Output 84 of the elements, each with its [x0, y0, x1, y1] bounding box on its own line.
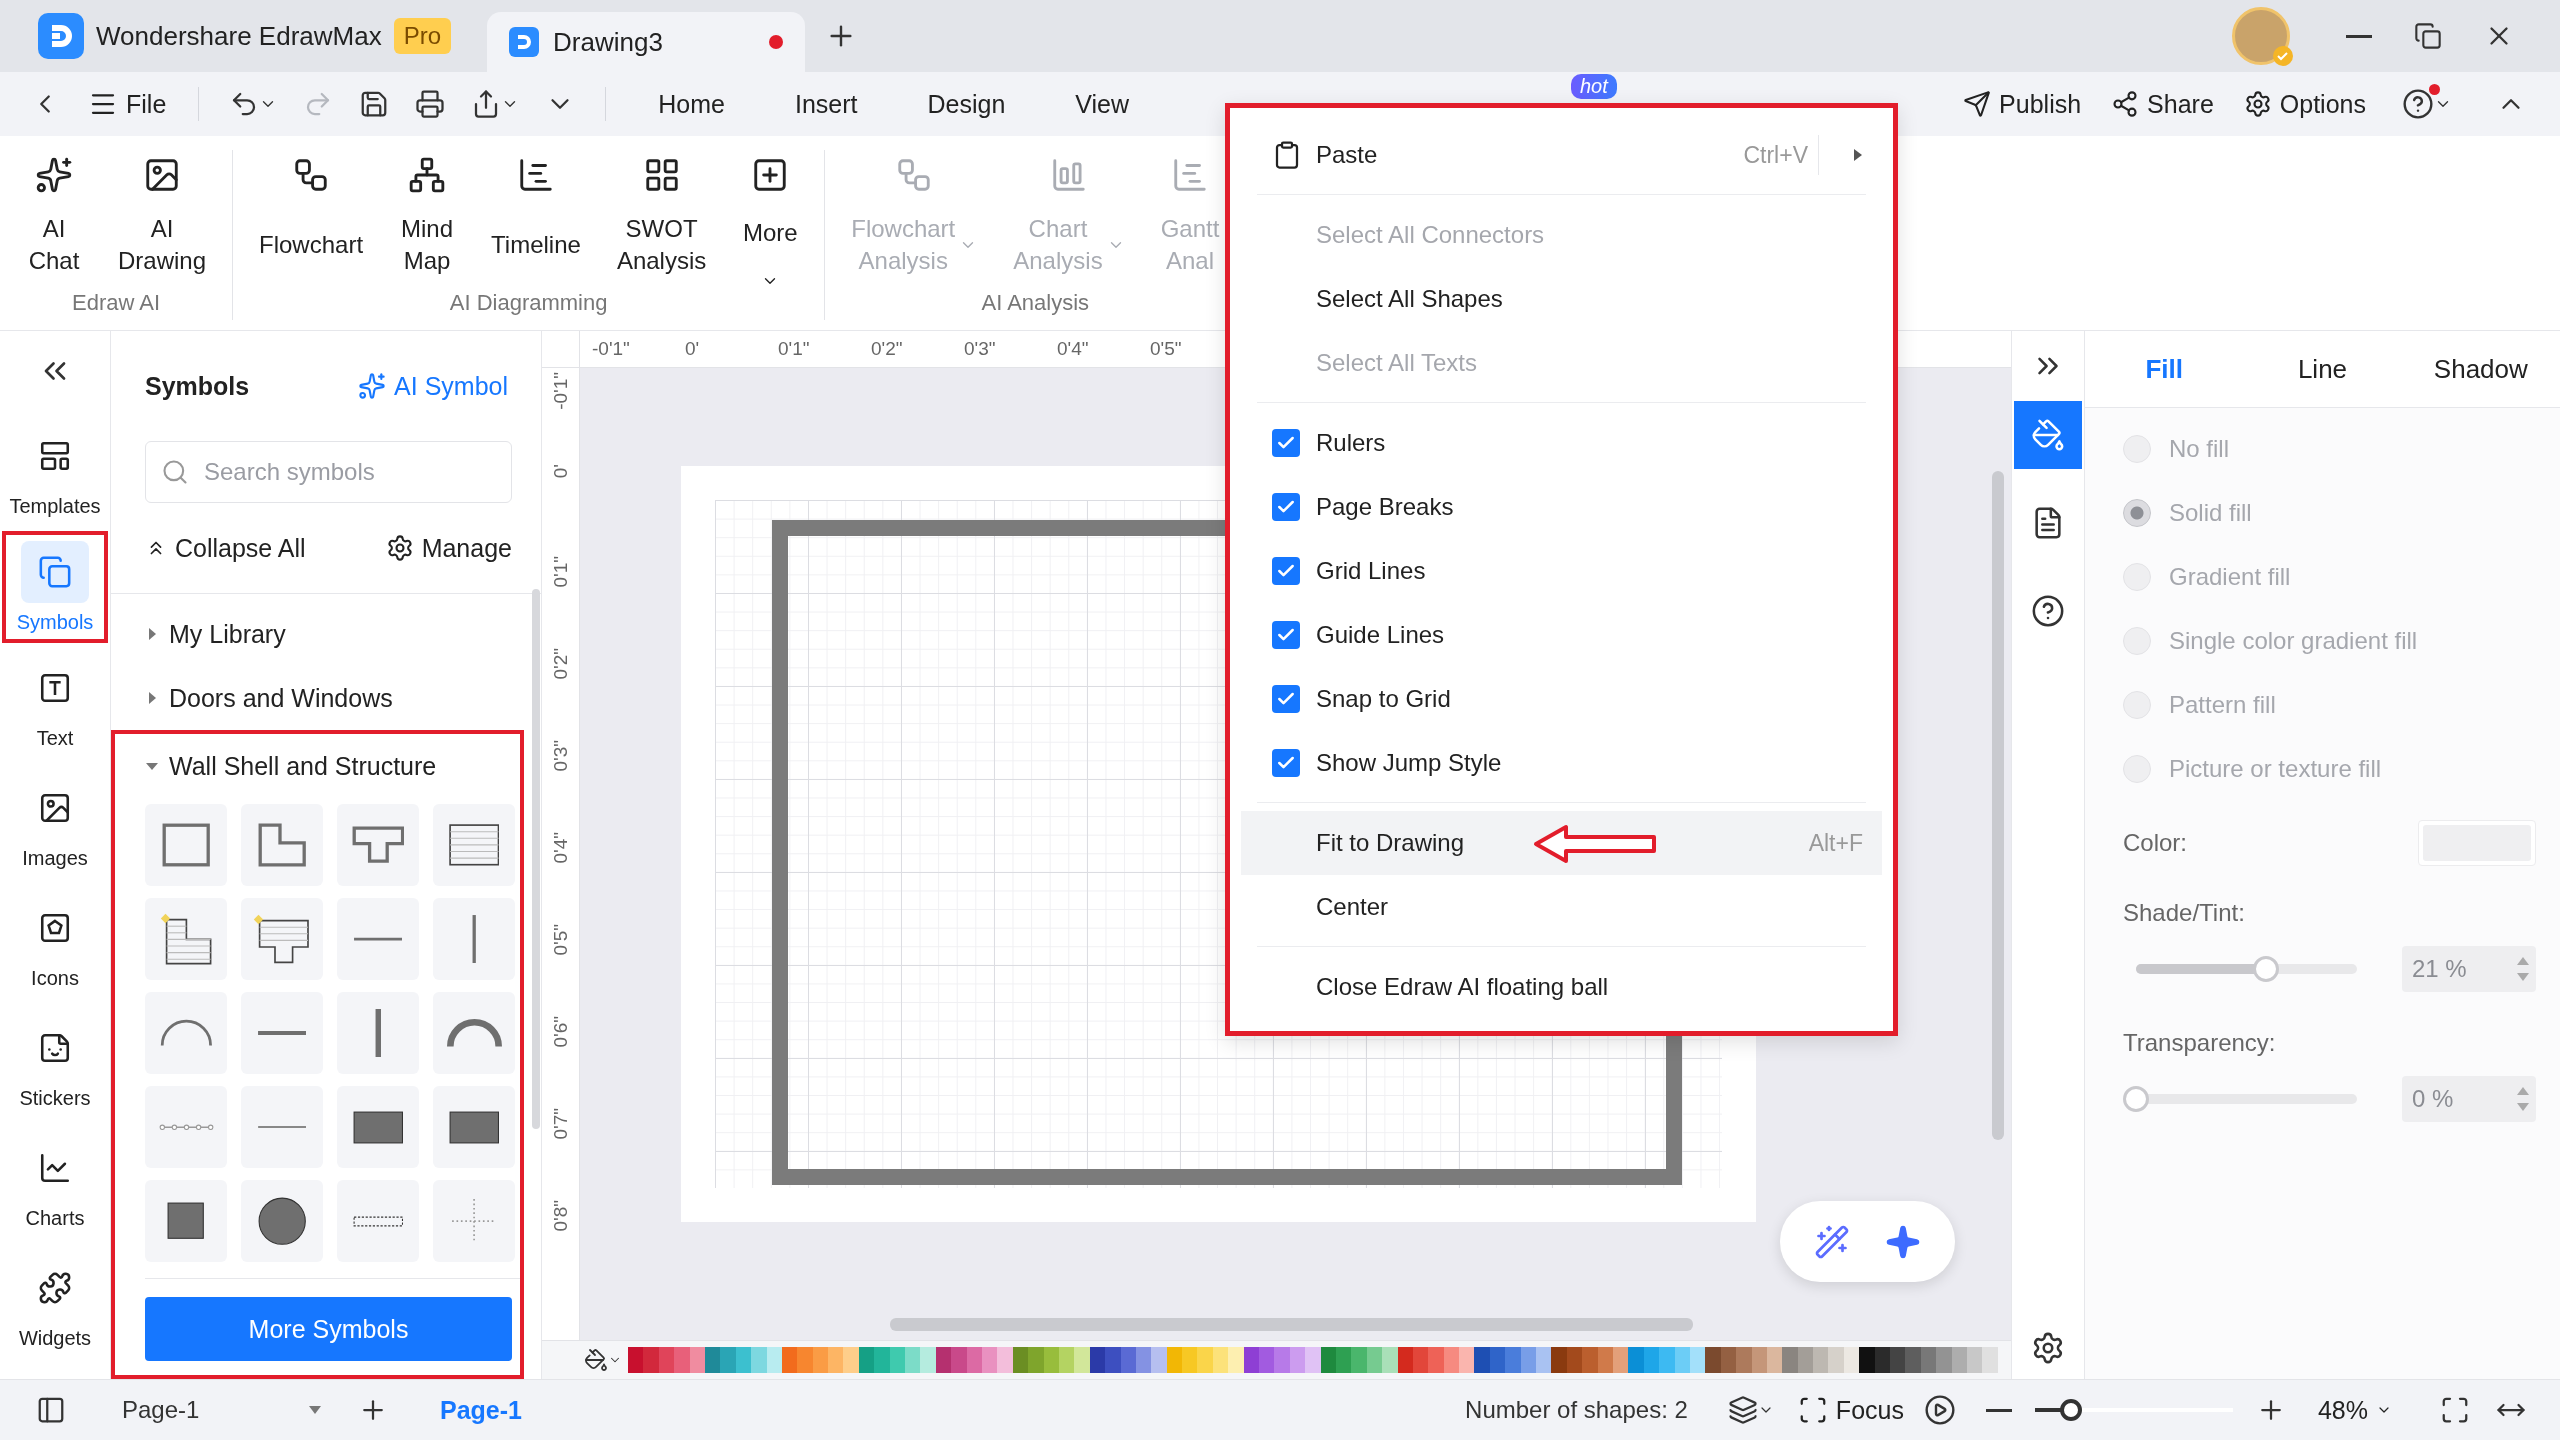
page-tab[interactable]: Page-1	[416, 1389, 546, 1431]
sidebar-item[interactable]: Charts	[3, 1123, 107, 1243]
ruler-label: 0'2"	[871, 338, 903, 360]
hot-badge: hot	[1571, 74, 1617, 99]
zoom-dropdown[interactable]: 48%	[2309, 1389, 2400, 1431]
options-button[interactable]: Options	[2235, 83, 2374, 125]
sidebar-item[interactable]: Icons	[3, 883, 107, 1003]
menu-item[interactable]: Fit to Drawing Alt+F	[1241, 811, 1882, 875]
ruler-label: 0'3"	[964, 338, 996, 360]
panel-title: Symbols	[145, 371, 250, 401]
menu-item[interactable]: Center	[1241, 875, 1882, 939]
library-item[interactable]: Doors and Windows	[145, 666, 541, 730]
ruler-label: 0'7"	[549, 1108, 572, 1140]
ai-symbol-link[interactable]: AI Symbol	[352, 370, 514, 402]
ribbon-button[interactable]: AI Chat	[12, 150, 96, 290]
ribbon-button[interactable]: AI Drawing	[104, 150, 221, 290]
ruler-label: 0'5"	[1150, 338, 1182, 360]
menu-item[interactable]: Rulers	[1241, 411, 1882, 475]
option-label: Single color gradient fill	[2169, 627, 2418, 655]
option-label: Solid fill	[2169, 499, 2252, 527]
ruler-label: 0'1"	[778, 338, 810, 360]
ruler-label: -0'1"	[549, 372, 572, 410]
search-field[interactable]: Search symbols	[145, 441, 512, 503]
app-name: Wondershare EdrawMax	[96, 20, 382, 52]
menu-item[interactable]: Paste Ctrl+V	[1241, 123, 1882, 187]
ruler-label: 0'	[685, 338, 700, 360]
option-label: Gradient fill	[2169, 563, 2291, 591]
group-label: Edraw AI	[72, 290, 161, 317]
menu-item[interactable]: Page Breaks	[1241, 475, 1882, 539]
ruler-label: 0'4"	[1057, 338, 1089, 360]
field-label: Transparency:	[2123, 1029, 2276, 1057]
share-button[interactable]: Share	[2103, 83, 2222, 125]
file-menu-button[interactable]: File	[80, 83, 175, 125]
page-dropdown[interactable]: Page-1	[110, 1396, 330, 1424]
sidebar-item[interactable]: Stickers	[3, 1003, 107, 1123]
option-label: Picture or texture fill	[2169, 755, 2382, 783]
ruler-label: 0'1"	[549, 556, 572, 588]
ruler-label: -0'1"	[592, 338, 630, 360]
menu-tab[interactable]: Insert	[767, 83, 886, 125]
sidebar-item[interactable]: Text	[3, 643, 107, 763]
focus-button[interactable]: Focus	[1789, 1389, 1912, 1431]
option-label: Pattern fill	[2169, 691, 2276, 719]
collapse-all-button[interactable]: Collapse All	[145, 527, 314, 569]
plan-badge: Pro	[393, 18, 451, 54]
option-label: No fill	[2169, 435, 2229, 463]
ribbon-button[interactable]: SWOT Analysis	[602, 150, 721, 290]
ribbon-button[interactable]: Timeline	[477, 150, 595, 290]
group-label: AI Diagramming	[449, 290, 608, 317]
ruler-label: 0'3"	[549, 740, 572, 772]
shape-count: Number of shapes: 2	[1465, 1396, 1688, 1424]
menu-item[interactable]: Show Jump Style	[1241, 731, 1882, 795]
menu-item[interactable]: Select All Shapes	[1241, 267, 1882, 331]
ribbon-button[interactable]: Flowchart	[245, 150, 378, 290]
more-symbols-button[interactable]: More Symbols	[145, 1297, 512, 1361]
menu-item[interactable]: Grid Lines	[1241, 539, 1882, 603]
ruler-label: 0'5"	[549, 924, 572, 956]
publish-button[interactable]: Publish	[1955, 83, 2090, 125]
format-tab[interactable]: Fill	[2085, 331, 2244, 407]
ruler-label: 0'4"	[549, 832, 572, 864]
field-label: Color:	[2123, 829, 2188, 857]
field-label: Shade/Tint:	[2123, 899, 2245, 927]
ruler-label: 0'8"	[549, 1200, 572, 1232]
menu-tab[interactable]: Home	[630, 83, 753, 125]
library-item[interactable]: My Library	[145, 602, 541, 666]
format-tab[interactable]: Shadow	[2401, 331, 2560, 407]
ribbon-button[interactable]: More	[728, 150, 813, 290]
ruler-label: 0'	[549, 464, 572, 479]
menu-item[interactable]: Snap to Grid	[1241, 667, 1882, 731]
manage-button[interactable]: Manage	[377, 527, 512, 569]
menu-item[interactable]: Guide Lines	[1241, 603, 1882, 667]
menu-tab[interactable]: Design	[899, 83, 1034, 125]
group-label: AI Analysis	[981, 290, 1090, 317]
ruler-label: 0'6"	[549, 1016, 572, 1048]
sidebar-item[interactable]: Templates	[3, 411, 107, 531]
library-item[interactable]: Wall Shell and Structure	[145, 734, 520, 798]
document-tab[interactable]: Drawing3	[487, 12, 805, 72]
menu-tab[interactable]: View	[1047, 83, 1158, 125]
sidebar-item[interactable]: Symbols	[7, 535, 103, 639]
ruler-label: 0'2"	[549, 648, 572, 680]
sidebar-item[interactable]: Widgets	[3, 1243, 107, 1363]
menu-item[interactable]: Close Edraw AI floating ball	[1241, 955, 1882, 1019]
sidebar-item[interactable]: Images	[3, 763, 107, 883]
format-tab[interactable]: Line	[2243, 331, 2402, 407]
ribbon-button[interactable]: Mind Map	[385, 150, 470, 290]
